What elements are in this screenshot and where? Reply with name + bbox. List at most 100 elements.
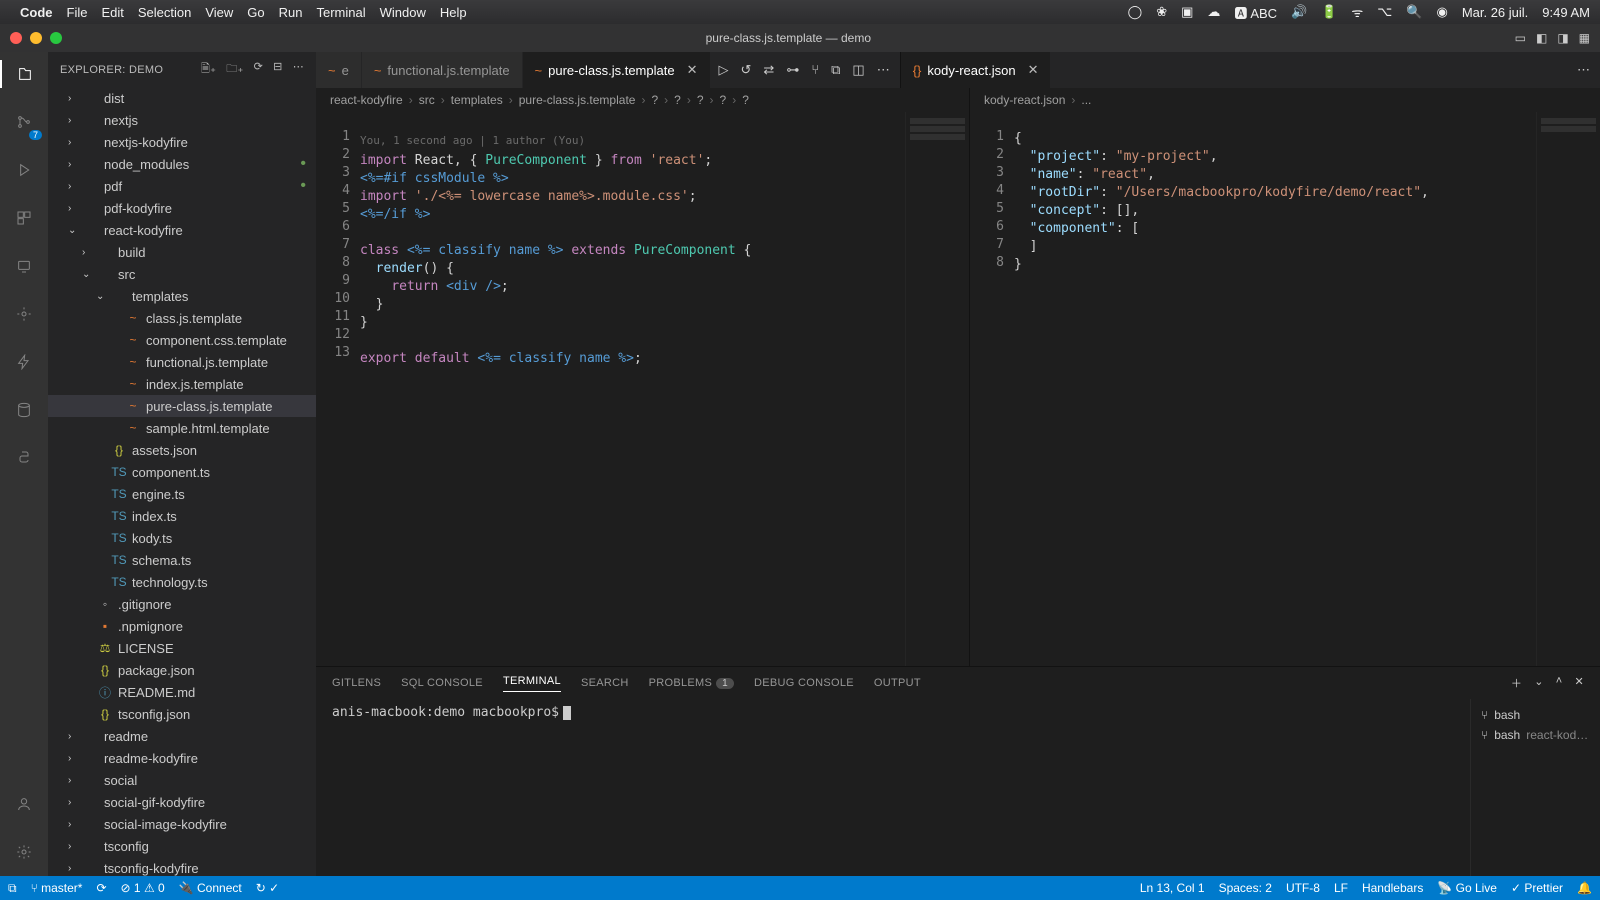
menu-view[interactable]: View <box>205 5 233 20</box>
split-icon[interactable]: ◫ <box>852 62 864 78</box>
code-editor-left[interactable]: 12345678910111213 You, 1 second ago | 1 … <box>316 112 969 666</box>
diff-icon[interactable]: ⧉ <box>831 62 840 78</box>
folder-build[interactable]: ›build <box>48 241 316 263</box>
link-icon[interactable]: ⊶ <box>786 62 799 78</box>
panel-tab-problems[interactable]: PROBLEMS1 <box>649 677 734 689</box>
branch-icon[interactable]: ⑂ <box>811 62 819 78</box>
status-prettier[interactable]: ✓ Prettier <box>1511 881 1563 895</box>
activity-scm-icon[interactable] <box>10 108 38 136</box>
record-icon[interactable]: ◯ <box>1128 4 1143 20</box>
status-remote-icon[interactable]: ⧉ <box>8 881 17 896</box>
file-pure-class.js.template[interactable]: ~pure-class.js.template <box>48 395 316 417</box>
activity-python-icon[interactable] <box>10 444 38 472</box>
more-icon[interactable]: ⋯ <box>293 60 304 79</box>
menu-help[interactable]: Help <box>440 5 467 20</box>
status-encoding[interactable]: UTF-8 <box>1286 881 1320 895</box>
layout-toggle-sidebar-icon[interactable]: ◧ <box>1536 31 1547 45</box>
file-assets.json[interactable]: {}assets.json <box>48 439 316 461</box>
folder-social-gif-kodyfire[interactable]: ›social-gif-kodyfire <box>48 791 316 813</box>
new-folder-icon[interactable]: 🗀₊ <box>226 60 243 79</box>
status-problems[interactable]: ⊘ 1 ⚠ 0 <box>121 881 165 895</box>
terminal[interactable]: anis-macbook:demo macbookpro$ <box>316 699 1470 876</box>
left-tab-functional.js.template[interactable]: ~functional.js.template <box>362 52 523 88</box>
cloud-icon[interactable]: ☁︎ <box>1207 4 1220 20</box>
folder-nextjs[interactable]: ›nextjs <box>48 109 316 131</box>
battery-icon[interactable]: 🔋 <box>1321 4 1337 20</box>
shield-icon[interactable]: ❀ <box>1156 4 1167 20</box>
screens-icon[interactable]: ▣ <box>1181 4 1193 20</box>
menu-terminal[interactable]: Terminal <box>317 5 366 20</box>
folder-node_modules[interactable]: ›node_modules• <box>48 153 316 175</box>
panel-tab-gitlens[interactable]: GITLENS <box>332 677 381 689</box>
clock-date[interactable]: Mar. 26 juil. <box>1462 5 1528 20</box>
file-package.json[interactable]: {}package.json <box>48 659 316 681</box>
status-sync-icon[interactable]: ⟳ <box>96 881 106 895</box>
terminal-dropdown-icon[interactable]: ⌄ <box>1534 675 1544 691</box>
menu-selection[interactable]: Selection <box>138 5 191 20</box>
file-kody.ts[interactable]: TSkody.ts <box>48 527 316 549</box>
panel-tab-search[interactable]: SEARCH <box>581 677 629 689</box>
right-tab-kody-react.json[interactable]: {}kody-react.json✕ <box>901 52 1052 88</box>
breadcrumb-left[interactable]: react-kodyfire›src›templates›pure-class.… <box>316 88 969 112</box>
file-component.ts[interactable]: TScomponent.ts <box>48 461 316 483</box>
folder-readme-kodyfire[interactable]: ›readme-kodyfire <box>48 747 316 769</box>
status-cursor[interactable]: Ln 13, Col 1 <box>1140 881 1205 895</box>
window-zoom[interactable] <box>50 32 62 44</box>
run-icon[interactable]: ▷ <box>719 62 729 78</box>
collapse-all-icon[interactable]: ⊟ <box>273 60 283 79</box>
code-editor-right[interactable]: 12345678 { "project": "my-project", "nam… <box>970 112 1600 666</box>
layout-customize-icon[interactable]: ▦ <box>1579 31 1590 45</box>
control-center-icon[interactable]: ⌥ <box>1377 4 1392 20</box>
file-schema.ts[interactable]: TSschema.ts <box>48 549 316 571</box>
breadcrumb-seg[interactable]: ? <box>720 93 727 107</box>
folder-tsconfig[interactable]: ›tsconfig <box>48 835 316 857</box>
new-file-icon[interactable]: 🗎₊ <box>201 60 216 79</box>
file-component.css.template[interactable]: ~component.css.template <box>48 329 316 351</box>
folder-tsconfig-kodyfire[interactable]: ›tsconfig-kodyfire <box>48 857 316 876</box>
menu-file[interactable]: File <box>67 5 88 20</box>
breadcrumb-seg[interactable]: templates <box>451 93 503 107</box>
breadcrumb-right[interactable]: kody-react.json›... <box>970 88 1600 112</box>
menu-window[interactable]: Window <box>380 5 426 20</box>
minimap-left[interactable] <box>905 112 969 666</box>
status-branch[interactable]: ⑂ master* <box>31 881 83 895</box>
refresh-icon[interactable]: ⟳ <box>254 60 264 79</box>
file-technology.ts[interactable]: TStechnology.ts <box>48 571 316 593</box>
panel-tab-terminal[interactable]: TERMINAL <box>503 675 561 692</box>
wifi-icon[interactable]: ᯤ <box>1351 3 1363 21</box>
file-.gitignore[interactable]: ◦.gitignore <box>48 593 316 615</box>
breadcrumb-seg[interactable]: src <box>419 93 435 107</box>
panel-tab-sqlconsole[interactable]: SQL CONSOLE <box>401 677 483 689</box>
breadcrumb-seg[interactable]: ? <box>742 93 749 107</box>
file-tsconfig.json[interactable]: {}tsconfig.json <box>48 703 316 725</box>
activity-database-icon[interactable] <box>10 396 38 424</box>
menu-edit[interactable]: Edit <box>101 5 123 20</box>
new-terminal-icon[interactable]: ＋ <box>1511 675 1522 691</box>
close-icon[interactable]: ✕ <box>687 62 698 78</box>
folder-social-image-kodyfire[interactable]: ›social-image-kodyfire <box>48 813 316 835</box>
terminal-entry[interactable]: ⑂bash react-kod… <box>1479 725 1592 745</box>
file-engine.ts[interactable]: TSengine.ts <box>48 483 316 505</box>
folder-react-kodyfire[interactable]: ⌄react-kodyfire <box>48 219 316 241</box>
folder-dist[interactable]: ›dist <box>48 87 316 109</box>
file-functional.js.template[interactable]: ~functional.js.template <box>48 351 316 373</box>
breadcrumb-seg[interactable]: ? <box>674 93 681 107</box>
breadcrumb-seg[interactable]: ? <box>697 93 704 107</box>
breadcrumb-seg[interactable]: pure-class.js.template <box>519 93 636 107</box>
file-class.js.template[interactable]: ~class.js.template <box>48 307 316 329</box>
menu-run[interactable]: Run <box>279 5 303 20</box>
terminal-entry[interactable]: ⑂bash <box>1479 705 1592 725</box>
compare-icon[interactable]: ⇄ <box>763 62 774 78</box>
input-lang[interactable]: 🅰 ABC <box>1234 3 1277 22</box>
status-eol[interactable]: LF <box>1334 881 1348 895</box>
siri-icon[interactable]: ◉ <box>1436 4 1447 20</box>
activity-thunder-icon[interactable] <box>10 348 38 376</box>
panel-tab-debugconsole[interactable]: DEBUG CONSOLE <box>754 677 854 689</box>
file-index.ts[interactable]: TSindex.ts <box>48 505 316 527</box>
spotlight-icon[interactable]: 🔍 <box>1406 4 1422 20</box>
menu-go[interactable]: Go <box>247 5 264 20</box>
status-spaces[interactable]: Spaces: 2 <box>1219 881 1272 895</box>
folder-nextjs-kodyfire[interactable]: ›nextjs-kodyfire <box>48 131 316 153</box>
left-tab-pure-class.js.template[interactable]: ~pure-class.js.template✕ <box>523 52 711 88</box>
layout-toggle-right-icon[interactable]: ◨ <box>1557 31 1568 45</box>
